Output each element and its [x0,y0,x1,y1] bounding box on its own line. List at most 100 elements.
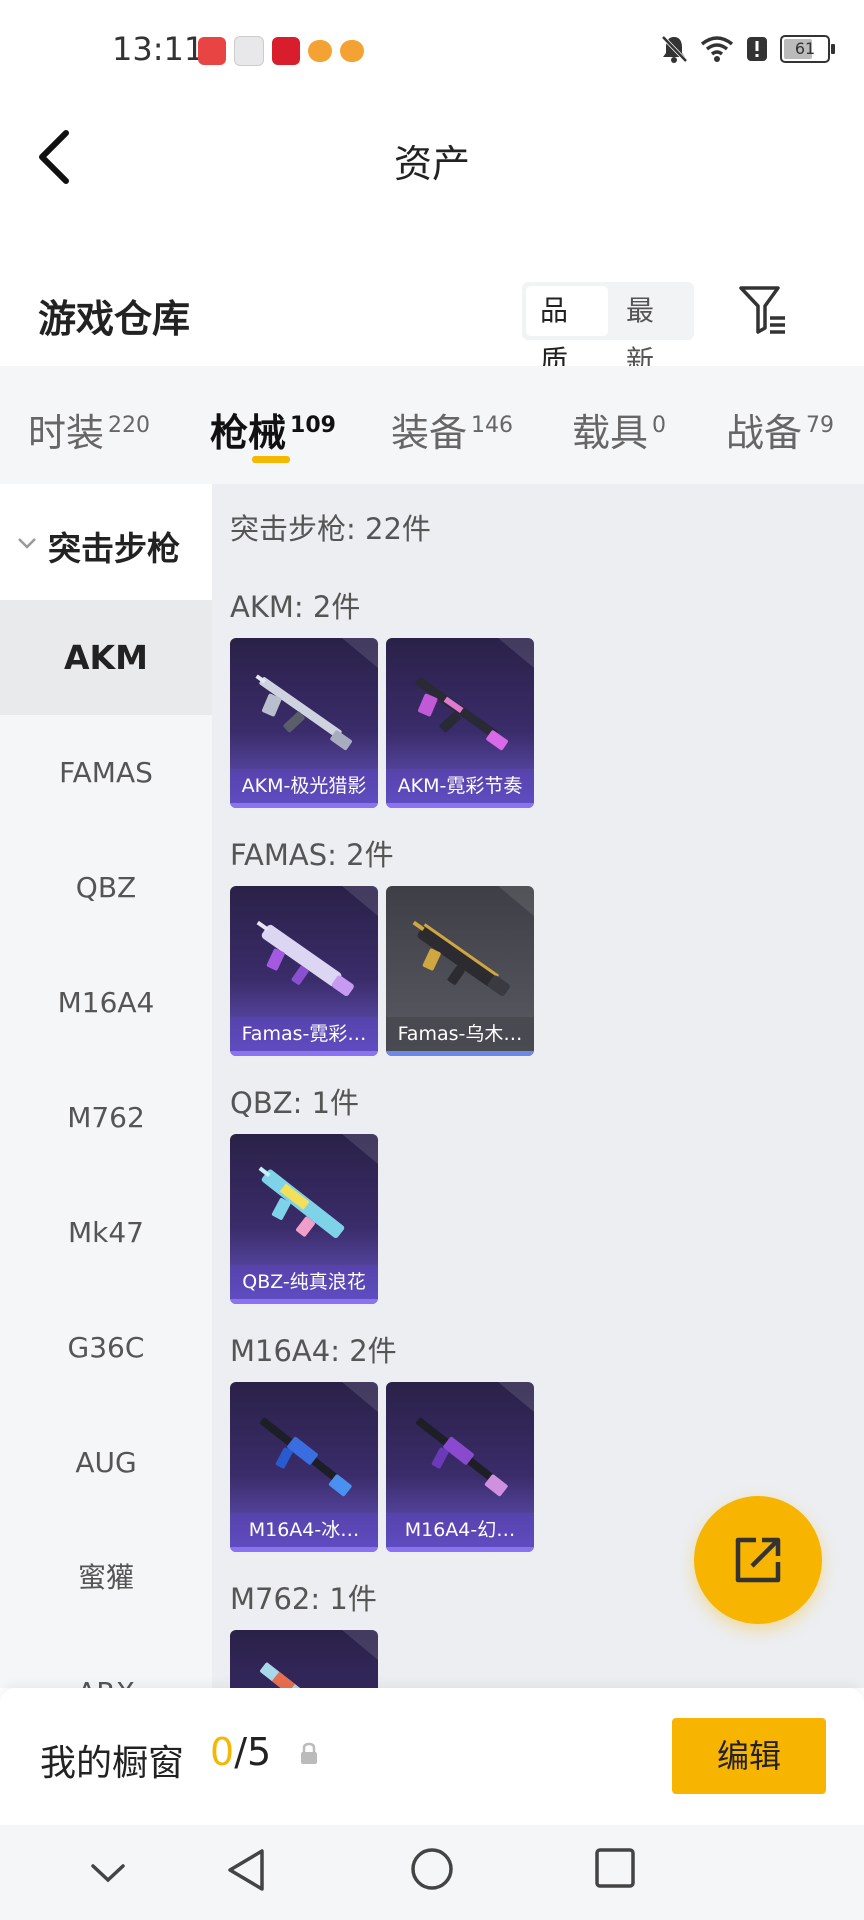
sort-toggle: 品质 最新 [522,282,694,377]
notification-icons [198,36,364,66]
home-icon[interactable] [410,1847,454,1891]
status-time: 13:11 [112,30,205,68]
tab-label: 战备 [726,411,803,455]
sidebar-item-aug[interactable]: AUG [0,1405,212,1520]
huawei-app-icon [198,37,226,65]
sidebar-item-honey-badger[interactable]: 蜜獾 [0,1520,212,1635]
weapon-card[interactable]: AKM-极光猎影 [230,638,378,808]
page-header: 资产 [0,105,864,255]
status-bar: 13:11 61 [0,0,864,105]
orange-app-icon [308,40,332,62]
showcase-count-current: 0 [210,1730,235,1774]
weapon-card[interactable]: M16A4-幻… [386,1382,534,1552]
gift-box-icon [234,36,264,66]
sidebar-group-label: 突击步枪 [48,529,180,568]
tab-label: 装备 [391,411,468,455]
sidebar-item-m762[interactable]: M762 [0,1060,212,1175]
weapon-name: AKM-霓彩节奏 [386,769,534,803]
sidebar-item-famas[interactable]: FAMAS [0,715,212,830]
sort-quality-button[interactable]: 品质 [526,286,608,377]
tab-label: 载具 [572,411,649,455]
weapon-card[interactable]: AKM-霓彩节奏 [386,638,534,808]
weapon-name: Famas-霓彩… [230,1017,378,1051]
status-icons: 61 [660,34,835,64]
rifle-icon [260,1417,352,1497]
weapon-name: M16A4-冰… [230,1513,378,1547]
weapon-name: QBZ-纯真浪花 [230,1265,378,1299]
weapon-card[interactable]: Famas-乌木… [386,886,534,1056]
rarity-bar [230,803,378,808]
sort-newest-button[interactable]: 最新 [612,286,694,377]
warehouse-header: 游戏仓库 品质 最新 [0,270,864,377]
sidebar-item-g36c[interactable]: G36C [0,1290,212,1405]
weapon-card[interactable] [230,1630,378,1688]
sidebar-item-qbz[interactable]: QBZ [0,830,212,945]
rarity-bar [230,1299,378,1304]
weapon-card[interactable]: QBZ-纯真浪花 [230,1134,378,1304]
page-title: 资产 [393,142,470,186]
sidebar-group-assault-rifles[interactable]: 突击步枪 [0,484,212,600]
category-tabs: 时装 220 枪械 109 装备 146 载具 0 战备 79 [0,366,864,484]
back-icon[interactable] [226,1847,266,1893]
tab-equipment[interactable]: 装备 146 [391,402,513,457]
tab-fashion[interactable]: 时装 220 [28,402,150,457]
rifle-icon [415,677,508,751]
section-title-famas: FAMAS: 2件 [230,838,394,872]
recents-icon[interactable] [594,1847,636,1889]
showcase-panel: 我的橱窗 0/5 编辑 [0,1688,864,1825]
weapon-name: Famas-乌木… [386,1017,534,1051]
tab-count: 220 [108,413,151,438]
rifle-icon [256,920,354,997]
active-tab-indicator [252,456,290,463]
rifle-icon [416,1417,508,1497]
showcase-count: 0/5 [210,1730,271,1774]
section-title-akm: AKM: 2件 [230,590,361,624]
sidebar-item-m16a4[interactable]: M16A4 [0,945,212,1060]
sidebar-item-akm[interactable]: AKM [0,600,212,715]
lock-icon [301,1742,317,1764]
chevron-down-icon [18,538,36,549]
tab-count: 0 [652,413,667,438]
rarity-bar [230,1547,378,1552]
rifle-icon [255,674,352,751]
weapon-name: AKM-极光猎影 [230,769,378,803]
red-app-icon [272,37,300,65]
battery-level: 61 [794,39,816,58]
tab-count: 109 [290,413,336,438]
weapon-card[interactable]: Famas-霓彩… [230,886,378,1056]
mute-bell-icon [661,35,688,63]
sidebar-item-arx[interactable]: ARX [0,1635,212,1688]
wifi-icon [700,36,734,62]
rifle-icon [260,1662,337,1688]
alert-icon [747,37,767,61]
edit-button[interactable]: 编辑 [672,1718,826,1794]
section-title-qbz: QBZ: 1件 [230,1086,360,1120]
section-title-m16a4: M16A4: 2件 [230,1334,397,1368]
battery-icon: 61 [780,35,835,63]
tab-count: 146 [471,413,514,438]
filter-icon[interactable] [738,284,788,336]
warehouse-title: 游戏仓库 [38,297,191,341]
chevron-down-icon[interactable] [90,1863,126,1883]
rarity-bar [386,803,534,808]
weapon-sidebar: 突击步枪 AKM FAMAS QBZ M16A4 M762 Mk47 G36C … [0,484,212,1688]
tab-label: 枪械 [210,411,287,455]
rifle-icon [258,1166,345,1239]
share-button[interactable] [694,1496,822,1624]
tab-guns[interactable]: 枪械 109 [210,402,336,457]
showcase-label: 我的橱窗 [40,1743,185,1784]
tab-count: 79 [806,413,835,438]
rarity-bar [230,1051,378,1056]
weapon-card[interactable]: M16A4-冰… [230,1382,378,1552]
tab-vehicles[interactable]: 载具 0 [572,402,666,457]
category-heading: 突击步枪: 22件 [230,512,431,546]
rifle-icon [412,920,510,997]
section-title-m762: M762: 1件 [230,1582,377,1616]
tab-label: 时装 [28,411,105,455]
tab-supplies[interactable]: 战备 79 [726,402,834,457]
rarity-bar [386,1051,534,1056]
sidebar-item-mk47[interactable]: Mk47 [0,1175,212,1290]
orange-app-icon [340,40,364,62]
rarity-bar [386,1547,534,1552]
weapon-name: M16A4-幻… [386,1513,534,1547]
